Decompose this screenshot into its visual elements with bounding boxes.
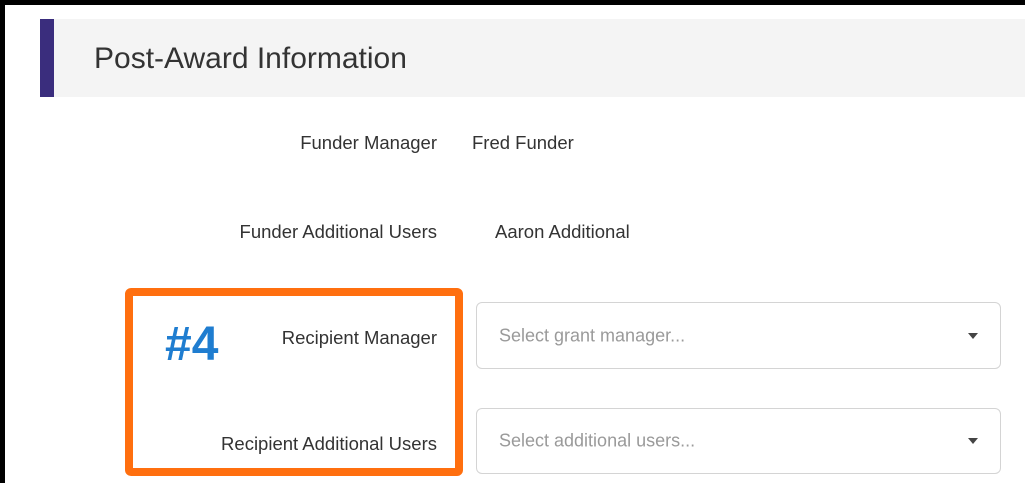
section-header: Post-Award Information [40,19,1025,97]
funder-additional-users-label: Funder Additional Users [239,221,437,242]
caret-down-icon[interactable] [968,438,978,444]
funder-manager-label: Funder Manager [300,132,437,153]
recipient-additional-users-select[interactable]: Select additional users... [476,408,1001,474]
section-accent-bar [40,19,54,97]
step-highlight-box [125,288,463,476]
recipient-manager-select[interactable]: Select grant manager... [476,302,1001,369]
step-number-tag: #4 [165,318,219,371]
recipient-manager-placeholder: Select grant manager... [499,325,686,345]
section-title: Post-Award Information [94,42,407,75]
funder-manager-value: Fred Funder [472,132,574,153]
post-award-panel: Post-Award Information Funder Manager Fr… [0,0,1025,483]
caret-down-icon[interactable] [968,332,978,339]
recipient-additional-users-placeholder: Select additional users... [499,430,696,451]
funder-additional-users-value: Aaron Additional [495,221,630,242]
